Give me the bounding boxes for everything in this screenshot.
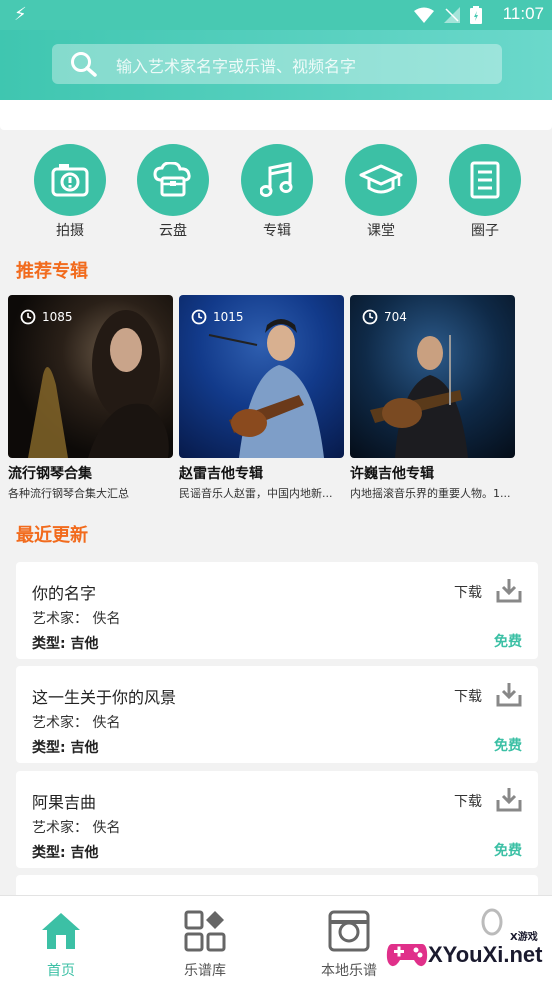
quick-action-class[interactable]: 课堂 bbox=[341, 144, 421, 240]
download-label[interactable]: 下载 bbox=[454, 791, 482, 811]
download-icon[interactable] bbox=[496, 577, 522, 603]
quick-action-cloud[interactable]: 云盘 bbox=[133, 144, 213, 240]
charging-bolt-icon: ⚡ bbox=[14, 4, 27, 25]
play-count: 1015 bbox=[213, 310, 244, 324]
score-title: 你的名字 bbox=[32, 584, 97, 603]
price-badge: 免费 bbox=[494, 738, 522, 754]
price-badge: 免费 bbox=[494, 634, 522, 650]
album-title: 许巍吉他专辑 bbox=[350, 466, 434, 482]
score-title: 这一生关于你的风景 bbox=[32, 688, 177, 707]
battery-icon bbox=[470, 6, 482, 24]
grid-apps-icon bbox=[184, 910, 226, 952]
watermark-text: XYouXi.net bbox=[428, 942, 543, 967]
graduation-cap-icon bbox=[359, 164, 403, 194]
nav-item-home[interactable]: 首页 bbox=[6, 908, 116, 980]
quick-action-label: 云盘 bbox=[159, 223, 187, 239]
score-card[interactable]: 你的名字 艺术家： 佚名 类型: 吉他 下载 免费 bbox=[16, 562, 538, 659]
quick-action-label: 课堂 bbox=[367, 223, 395, 239]
quick-action-camera[interactable]: 拍摄 bbox=[30, 144, 110, 240]
score-type: 类型: 吉他 bbox=[32, 636, 99, 652]
score-card-partial[interactable] bbox=[16, 875, 538, 895]
camera-icon bbox=[51, 164, 89, 197]
play-count: 1085 bbox=[42, 310, 73, 324]
header: 输入艺术家名字或乐谱、视频名字 bbox=[0, 30, 552, 100]
download-label[interactable]: 下载 bbox=[454, 686, 482, 706]
nav-label: 乐谱库 bbox=[184, 963, 226, 979]
search-placeholder: 输入艺术家名字或乐谱、视频名字 bbox=[116, 57, 357, 76]
wifi-icon bbox=[414, 7, 434, 23]
play-count-badge: 704 bbox=[362, 309, 407, 325]
score-title: 阿果吉曲 bbox=[32, 793, 97, 812]
cloud-drive-icon bbox=[153, 162, 191, 197]
download-icon[interactable] bbox=[496, 681, 522, 707]
album-title: 赵雷吉他专辑 bbox=[179, 466, 263, 482]
album-card[interactable]: 1085 流行钢琴合集 各种流行钢琴合集大汇总 bbox=[8, 295, 173, 501]
album-card[interactable]: 1015 赵雷吉他专辑 民谣音乐人赵雷，中国内地新... bbox=[179, 295, 344, 501]
watermark-logo: X游戏 XYouXi.net bbox=[382, 922, 552, 980]
document-list-icon bbox=[470, 161, 500, 199]
album-card[interactable]: 704 许巍吉他专辑 内地摇滚音乐界的重要人物。1... bbox=[350, 295, 515, 501]
quick-action-label: 专辑 bbox=[263, 223, 291, 239]
status-icons bbox=[414, 6, 482, 24]
section-title-recent: 最近更新 bbox=[16, 525, 88, 546]
score-artist: 艺术家： 佚名 bbox=[32, 611, 121, 627]
album-carousel[interactable]: 1085 流行钢琴合集 各种流行钢琴合集大汇总 1015 赵雷吉他专辑 民谣音乐… bbox=[8, 295, 548, 505]
score-card[interactable]: 这一生关于你的风景 艺术家： 佚名 类型: 吉他 下载 免费 bbox=[16, 666, 538, 763]
play-count: 704 bbox=[384, 310, 407, 324]
album-cover-image: 1015 bbox=[179, 295, 344, 458]
quick-action-circle[interactable]: 圈子 bbox=[445, 144, 525, 240]
search-icon bbox=[71, 52, 97, 77]
banner-edge bbox=[0, 100, 552, 130]
home-icon bbox=[42, 913, 80, 949]
score-type: 类型: 吉他 bbox=[32, 740, 99, 756]
status-bar: ⚡ 11:07 bbox=[0, 0, 552, 30]
clock-icon bbox=[362, 309, 378, 325]
gamepad-logo-icon bbox=[386, 944, 428, 967]
clock-icon bbox=[191, 309, 207, 325]
quick-action-label: 拍摄 bbox=[56, 223, 84, 239]
album-cover-image: 1085 bbox=[8, 295, 173, 458]
clock-icon bbox=[20, 309, 36, 325]
watermark-small-text: X游戏 bbox=[510, 932, 538, 943]
play-count-badge: 1085 bbox=[20, 309, 73, 325]
download-icon[interactable] bbox=[496, 786, 522, 812]
album-description: 民谣音乐人赵雷，中国内地新... bbox=[179, 487, 333, 500]
nav-label: 首页 bbox=[47, 963, 75, 979]
score-type: 类型: 吉他 bbox=[32, 845, 99, 861]
album-cover-image: 704 bbox=[350, 295, 515, 458]
no-signal-icon bbox=[444, 7, 460, 23]
score-card[interactable]: 阿果吉曲 艺术家： 佚名 类型: 吉他 下载 免费 bbox=[16, 771, 538, 868]
local-scores-icon bbox=[328, 910, 370, 952]
download-label[interactable]: 下载 bbox=[454, 582, 482, 602]
status-time: 11:07 bbox=[502, 4, 544, 23]
album-title: 流行钢琴合集 bbox=[8, 466, 92, 482]
score-artist: 艺术家： 佚名 bbox=[32, 715, 121, 731]
quick-action-label: 圈子 bbox=[471, 223, 499, 239]
album-description: 内地摇滚音乐界的重要人物。1... bbox=[350, 487, 511, 500]
play-count-badge: 1015 bbox=[191, 309, 244, 325]
price-badge: 免费 bbox=[494, 843, 522, 859]
nav-item-library[interactable]: 乐谱库 bbox=[150, 908, 260, 980]
section-title-recommended: 推荐专辑 bbox=[16, 261, 88, 282]
album-description: 各种流行钢琴合集大汇总 bbox=[8, 487, 129, 500]
quick-action-album[interactable]: 专辑 bbox=[237, 144, 317, 240]
search-input[interactable]: 输入艺术家名字或乐谱、视频名字 bbox=[52, 44, 502, 84]
score-artist: 艺术家： 佚名 bbox=[32, 820, 121, 836]
main-content[interactable]: 拍摄 云盘 专辑 课堂 圈子 推荐专辑 1085 流行钢琴合集 各种流行钢琴合集… bbox=[0, 100, 552, 895]
quick-actions: 拍摄 云盘 专辑 课堂 圈子 bbox=[0, 144, 552, 244]
music-note-icon bbox=[260, 162, 293, 197]
